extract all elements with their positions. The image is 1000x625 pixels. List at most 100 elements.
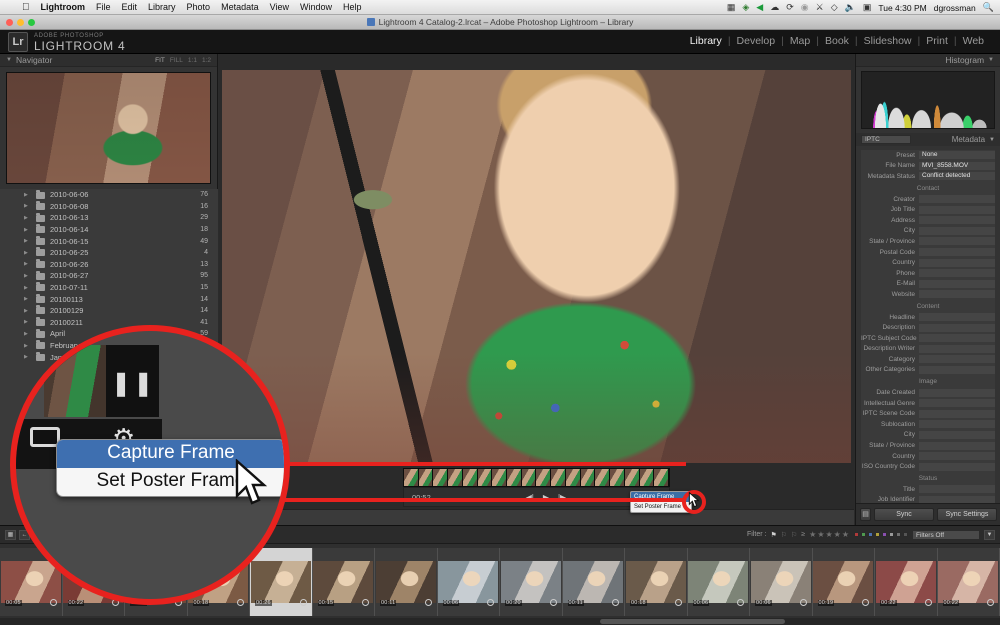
folder-row[interactable]: ▶ 2010-06-15 49 xyxy=(0,235,218,247)
loupe-photo[interactable] xyxy=(222,70,851,463)
color-label-swatch[interactable] xyxy=(896,532,901,537)
cloud-icon[interactable]: ☁ xyxy=(770,3,779,12)
menu-photo[interactable]: Photo xyxy=(187,2,211,12)
flag-unflagged-icon[interactable]: ⚐ xyxy=(781,531,787,539)
sync-button[interactable]: Sync xyxy=(874,508,934,521)
metadata-row[interactable]: City xyxy=(861,226,995,237)
navigator-header[interactable]: ▼ Navigator FIT FILL 1:1 1:2 xyxy=(0,54,217,67)
navigator-preview[interactable] xyxy=(6,72,211,184)
scrubber-frame[interactable] xyxy=(610,469,625,486)
scrubber-frame[interactable] xyxy=(639,469,655,486)
search-icon[interactable]: 🔍 xyxy=(983,3,994,12)
metadata-row[interactable]: Address xyxy=(861,215,995,226)
color-label-swatch[interactable] xyxy=(868,532,873,537)
folder-row[interactable]: ▶ 20100113 14 xyxy=(0,293,218,305)
metadata-row[interactable]: Date Created xyxy=(861,387,995,398)
module-slideshow[interactable]: Slideshow xyxy=(858,35,918,47)
filmstrip-scrollbar[interactable] xyxy=(0,618,1000,625)
scrubber-frame[interactable] xyxy=(595,469,611,486)
metadata-value[interactable] xyxy=(919,323,995,332)
metadata-header[interactable]: IPTC Metadata ▼ xyxy=(856,133,1000,146)
chevron-right-icon[interactable]: ▶ xyxy=(24,354,28,360)
folder-row[interactable]: ▶ 2010-07-11 15 xyxy=(0,282,218,294)
metadata-value[interactable] xyxy=(919,195,995,204)
folder-row[interactable]: ▶ 2010-06-14 18 xyxy=(0,224,218,236)
metadata-value[interactable] xyxy=(919,248,995,257)
metadata-value[interactable] xyxy=(919,452,995,461)
menubar-clock[interactable]: Tue 4:30 PM xyxy=(878,3,926,13)
chevron-right-icon[interactable]: ▶ xyxy=(24,261,28,267)
module-book[interactable]: Book xyxy=(819,35,855,47)
folder-row[interactable]: ▶ 2010-06-27 95 xyxy=(0,270,218,282)
metadata-row[interactable]: ISO Country Code xyxy=(861,461,995,472)
metadata-row[interactable]: Country xyxy=(861,451,995,462)
metadata-row[interactable]: Intellectual Genre xyxy=(861,398,995,409)
metadata-row[interactable]: Other Categories xyxy=(861,365,995,376)
copy-icon[interactable]: ▤ xyxy=(860,508,871,521)
chevron-right-icon[interactable]: ▶ xyxy=(24,238,28,244)
metadata-value[interactable] xyxy=(919,355,995,364)
metadata-value[interactable] xyxy=(919,205,995,214)
metadata-value[interactable] xyxy=(919,365,995,374)
folder-row[interactable]: ▶ 20100211 41 xyxy=(0,317,218,329)
sync-icon[interactable]: ⟳ xyxy=(786,3,794,12)
filmstrip-scroll-thumb[interactable] xyxy=(600,619,785,624)
filmstrip-thumbnail[interactable]: 00:22 xyxy=(937,548,1000,616)
metadata-value[interactable] xyxy=(919,216,995,225)
metadata-value[interactable] xyxy=(919,290,995,299)
scrubber-frame[interactable] xyxy=(521,469,537,486)
color-label-swatch[interactable] xyxy=(903,532,908,537)
dropbox-icon[interactable]: ◈ xyxy=(742,3,749,12)
metadata-row[interactable]: Category xyxy=(861,354,995,365)
metadata-value[interactable] xyxy=(919,388,995,397)
metadata-row[interactable]: IPTC Scene Code xyxy=(861,408,995,419)
zoom-fit[interactable]: FIT xyxy=(155,57,165,64)
metadata-value[interactable] xyxy=(919,269,995,278)
menu-window[interactable]: Window xyxy=(300,2,332,12)
scrubber-frame[interactable] xyxy=(448,469,463,486)
menu-edit[interactable]: Edit xyxy=(122,2,138,12)
scrubber-frame[interactable] xyxy=(418,469,434,486)
metadata-row[interactable]: IPTC Subject Code xyxy=(861,333,995,344)
menu-view[interactable]: View xyxy=(270,2,289,12)
metadata-value[interactable] xyxy=(919,420,995,429)
time-machine-icon[interactable]: ◉ xyxy=(801,3,809,12)
metadata-row[interactable]: Title xyxy=(861,484,995,495)
color-label-swatch[interactable] xyxy=(875,532,880,537)
scrubber-frame[interactable] xyxy=(654,469,669,486)
filmstrip-thumbnail[interactable]: 00:06 xyxy=(750,548,813,616)
metadata-row[interactable]: Headline xyxy=(861,312,995,323)
metadata-row[interactable]: Sublocation xyxy=(861,419,995,430)
flag-picked-icon[interactable]: ⚑ xyxy=(770,531,776,539)
metadata-row[interactable]: State / Province xyxy=(861,440,995,451)
metadata-value[interactable]: Conflict detected xyxy=(919,172,995,181)
metadata-value[interactable] xyxy=(919,485,995,494)
chevron-right-icon[interactable]: ▶ xyxy=(24,192,28,198)
minimize-icon[interactable] xyxy=(17,19,24,26)
metadata-row[interactable]: Metadata Status Conflict detected xyxy=(861,171,995,182)
metadata-value[interactable] xyxy=(919,441,995,450)
metadata-preset-select[interactable]: IPTC xyxy=(861,135,911,144)
metadata-row[interactable]: Job Title xyxy=(861,204,995,215)
scrubber-frame[interactable] xyxy=(624,469,640,486)
scrubber-frame[interactable] xyxy=(551,469,566,486)
menu-lightroom[interactable]: Lightroom xyxy=(41,2,86,12)
metadata-row[interactable]: City xyxy=(861,430,995,441)
module-map[interactable]: Map xyxy=(784,35,816,47)
module-develop[interactable]: Develop xyxy=(731,35,782,47)
metadata-row[interactable]: Preset None xyxy=(861,150,995,161)
window-controls[interactable] xyxy=(6,19,35,26)
chevron-right-icon[interactable]: ▶ xyxy=(24,296,28,302)
metadata-row[interactable]: Description xyxy=(861,322,995,333)
filmstrip-thumbnail[interactable]: 00:26 xyxy=(250,548,313,616)
scrubber-frame[interactable] xyxy=(477,469,493,486)
video-scrubber[interactable] xyxy=(403,468,670,487)
chevron-right-icon[interactable]: ▶ xyxy=(24,250,28,256)
scrubber-frame[interactable] xyxy=(507,469,522,486)
metadata-value[interactable] xyxy=(919,462,995,471)
metadata-value[interactable] xyxy=(919,334,995,343)
histogram-header[interactable]: Histogram ▼ xyxy=(856,54,1000,67)
filmstrip-thumbnail[interactable]: 00:11 xyxy=(375,548,438,616)
menu-file[interactable]: File xyxy=(96,2,111,12)
metadata-row[interactable]: File Name MVI_8558.MOV xyxy=(861,161,995,172)
